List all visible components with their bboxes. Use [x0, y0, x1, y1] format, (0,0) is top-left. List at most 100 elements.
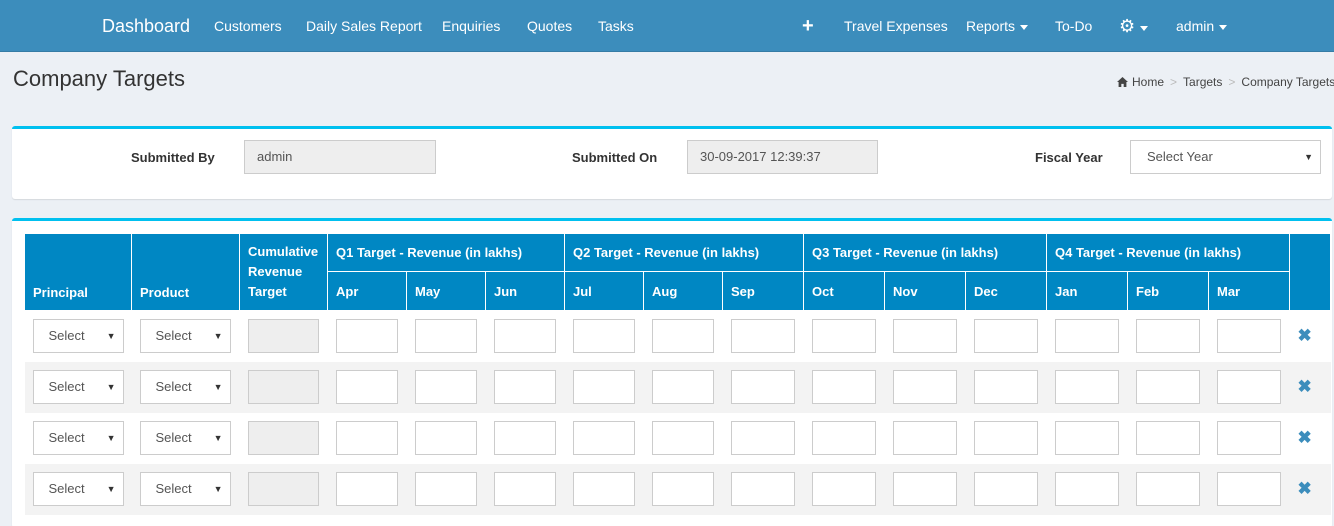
month-target-input-apr[interactable] [335, 319, 398, 354]
submitted-by-label: Submitted By [131, 150, 215, 165]
month-target-input-feb[interactable] [1135, 370, 1200, 404]
month-target-input-may[interactable] [414, 421, 477, 455]
col-header-month: Mar [1208, 271, 1290, 311]
col-header-month: Dec [965, 271, 1047, 311]
nav-dashboard-link[interactable]: Dashboard [102, 0, 190, 52]
month-target-input-mar[interactable] [1216, 370, 1281, 404]
col-header-month: Oct [803, 271, 885, 311]
nav-customers-link[interactable]: Customers [214, 0, 282, 52]
product-select-value: Select [155, 481, 192, 496]
chevron-down-icon: ▼ [106, 331, 116, 342]
fiscal-year-select[interactable]: Select Year ▼ [1130, 140, 1321, 174]
principal-select[interactable]: Select ▼ [32, 421, 124, 455]
col-header-month: Jan [1046, 271, 1128, 311]
month-target-input-mar[interactable] [1216, 319, 1281, 354]
breadcrumb-targets-link[interactable]: Targets [1183, 75, 1222, 89]
product-select[interactable]: Select ▼ [139, 472, 231, 506]
nav-enquiries-link[interactable]: Enquiries [442, 0, 500, 52]
month-target-input-jul[interactable] [572, 370, 635, 404]
nav-reports-dropdown[interactable]: Reports [966, 0, 1029, 52]
month-target-input-aug[interactable] [651, 370, 714, 404]
product-select[interactable]: Select ▼ [139, 319, 231, 354]
product-select[interactable]: Select ▼ [139, 421, 231, 455]
month-target-input-sep[interactable] [730, 472, 795, 506]
chevron-down-icon: ▼ [213, 484, 223, 494]
cumulative-revenue-field [247, 421, 319, 455]
delete-row-icon[interactable]: ✖ [1298, 377, 1312, 397]
month-target-input-jun[interactable] [493, 421, 556, 455]
nav-daily-sales-report-link[interactable]: Daily Sales Report [306, 0, 422, 52]
month-target-input-jul[interactable] [572, 421, 635, 455]
month-target-input-jul[interactable] [572, 319, 635, 354]
nav-user-label: admin [1176, 18, 1215, 34]
submitted-on-label: Submitted On [572, 150, 658, 165]
principal-select-value: Select [48, 328, 85, 344]
month-target-input-aug[interactable] [651, 421, 714, 455]
month-target-input-jan[interactable] [1054, 319, 1119, 354]
col-header-q4: Q4 Target - Revenue (in lakhs) [1046, 233, 1290, 272]
month-target-input-sep[interactable] [730, 421, 795, 455]
principal-select[interactable]: Select ▼ [32, 319, 124, 354]
month-target-input-jun[interactable] [493, 472, 556, 506]
gear-icon: ⚙ [1119, 16, 1136, 36]
month-target-input-oct[interactable] [811, 319, 876, 354]
product-select-value: Select [155, 379, 192, 394]
month-target-input-aug[interactable] [651, 472, 714, 506]
col-header-actions [1289, 233, 1331, 311]
month-target-input-dec[interactable] [973, 370, 1038, 404]
month-target-input-apr[interactable] [335, 421, 398, 455]
delete-row-icon[interactable]: ✖ [1298, 428, 1312, 448]
month-target-input-feb[interactable] [1135, 319, 1200, 354]
month-target-input-nov[interactable] [892, 421, 957, 455]
col-header-month: Jul [564, 271, 644, 311]
col-header-month: Jun [485, 271, 565, 311]
month-target-input-may[interactable] [414, 370, 477, 404]
month-target-input-oct[interactable] [811, 472, 876, 506]
month-target-input-nov[interactable] [892, 370, 957, 404]
month-target-input-dec[interactable] [973, 319, 1038, 354]
month-target-input-jun[interactable] [493, 319, 556, 354]
delete-row-icon[interactable]: ✖ [1298, 479, 1312, 499]
nav-quotes-link[interactable]: Quotes [527, 0, 572, 52]
month-target-input-jan[interactable] [1054, 421, 1119, 455]
month-target-input-sep[interactable] [730, 370, 795, 404]
nav-travel-expenses-link[interactable]: Travel Expenses [844, 0, 948, 52]
plus-icon[interactable]: + [802, 0, 814, 52]
month-target-input-sep[interactable] [730, 319, 795, 354]
principal-select-value: Select [48, 481, 85, 496]
breadcrumb-home-link[interactable]: Home [1132, 75, 1164, 89]
nav-settings-dropdown[interactable]: ⚙ [1119, 0, 1149, 52]
month-target-input-aug[interactable] [651, 319, 714, 354]
month-target-input-mar[interactable] [1216, 421, 1281, 455]
month-target-input-dec[interactable] [973, 421, 1038, 455]
cumulative-revenue-field [247, 472, 319, 506]
month-target-input-apr[interactable] [335, 370, 398, 404]
month-target-input-oct[interactable] [811, 370, 876, 404]
month-target-input-may[interactable] [414, 319, 477, 354]
month-target-input-apr[interactable] [335, 472, 398, 506]
month-target-input-may[interactable] [414, 472, 477, 506]
table-header-row: Principal Product Cumulative Revenue Tar… [24, 233, 1331, 311]
nav-tasks-link[interactable]: Tasks [598, 0, 634, 52]
nav-todo-link[interactable]: To-Do [1055, 0, 1092, 52]
month-target-input-jan[interactable] [1054, 370, 1119, 404]
breadcrumb-separator: > [1228, 75, 1236, 89]
month-target-input-jan[interactable] [1054, 472, 1119, 506]
chevron-down-icon [1140, 25, 1149, 31]
chevron-down-icon: ▼ [213, 382, 223, 392]
nav-user-dropdown[interactable]: admin [1176, 0, 1228, 52]
month-target-input-mar[interactable] [1216, 472, 1281, 506]
month-target-input-feb[interactable] [1135, 472, 1200, 506]
month-target-input-nov[interactable] [892, 472, 957, 506]
month-target-input-dec[interactable] [973, 472, 1038, 506]
delete-row-icon[interactable]: ✖ [1298, 326, 1312, 346]
month-target-input-nov[interactable] [892, 319, 957, 354]
principal-select[interactable]: Select ▼ [32, 472, 124, 506]
month-target-input-jun[interactable] [493, 370, 556, 404]
month-target-input-feb[interactable] [1135, 421, 1200, 455]
month-target-input-oct[interactable] [811, 421, 876, 455]
product-select[interactable]: Select ▼ [139, 370, 231, 404]
month-target-input-jul[interactable] [572, 472, 635, 506]
chevron-down-icon: ▼ [106, 382, 116, 392]
principal-select[interactable]: Select ▼ [32, 370, 124, 404]
